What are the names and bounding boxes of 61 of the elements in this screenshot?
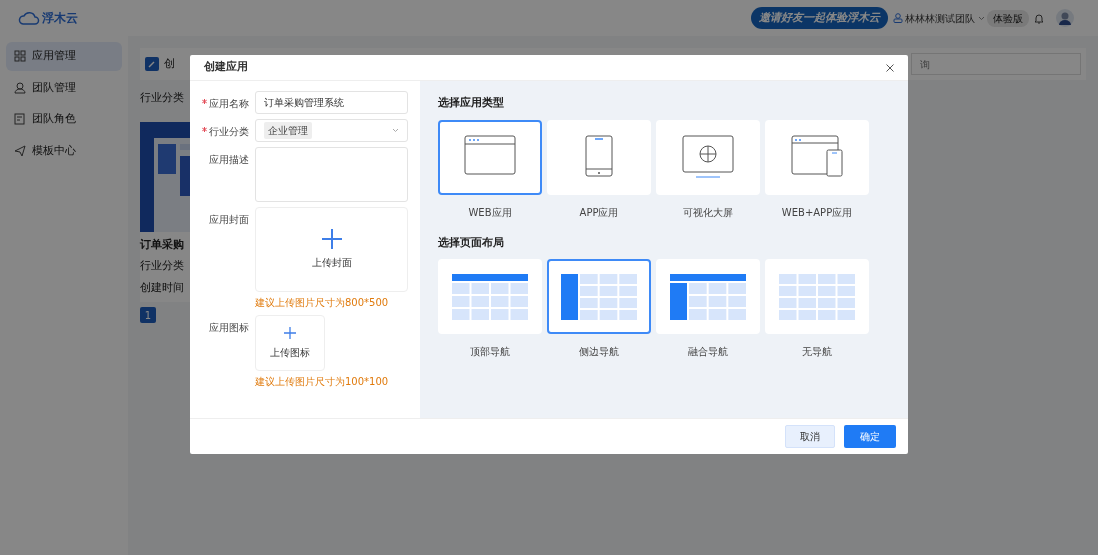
tag-chip: 企业管理 [264, 122, 312, 139]
toolbar-title: 创 [164, 55, 175, 72]
team-badge: 体验版 [987, 9, 1029, 27]
confirm-button[interactable]: 确定 [844, 425, 896, 448]
field-label: 应用图标 [209, 321, 249, 335]
sidebar-item[interactable]: 团队角色 [6, 105, 122, 134]
field-label: 应用名称 [209, 97, 249, 111]
option-label: 可视化大屏 [682, 205, 734, 220]
option-label: 顶部导航 [469, 345, 511, 359]
text-field[interactable]: 订单采购管理系统 [255, 91, 408, 114]
hint-text: 建议上传图片尺寸为800*500 [255, 296, 390, 310]
plus-icon [321, 229, 342, 249]
search-field[interactable]: 询 [911, 53, 1081, 75]
cancel-button[interactable]: 取消 [785, 425, 835, 448]
select-field[interactable]: 企业管理 [255, 119, 408, 142]
option-label: 融合导航 [687, 345, 729, 359]
avatar-icon[interactable] [1056, 9, 1074, 27]
app-meta: 创建时间 [140, 279, 184, 296]
page-button[interactable]: 1 [140, 307, 156, 323]
option-label: 侧边导航 [578, 345, 620, 359]
app-title: 订单采购 [140, 236, 184, 253]
upload-area[interactable]: 上传图标 [255, 315, 325, 371]
field-label: 应用描述 [209, 153, 249, 167]
option-label: APP应用 [578, 205, 620, 220]
upload-label: 上传封面 [311, 256, 352, 270]
chevron-down-icon [392, 128, 399, 133]
monitor-icon [682, 135, 734, 179]
invite-button[interactable]: 邀请好友一起体验浮木云 [750, 6, 888, 30]
team-icon [892, 13, 903, 23]
field-label: 应用封面 [209, 213, 249, 227]
option-label: WEB应用 [467, 205, 513, 220]
textarea-field[interactable] [255, 147, 408, 202]
close-icon[interactable] [886, 63, 894, 72]
option-card[interactable] [547, 259, 651, 334]
hint-text: 建议上传图片尺寸为100*100 [255, 375, 390, 389]
cloud-icon [18, 10, 40, 26]
user-icon [14, 81, 26, 94]
edit-icon [145, 57, 159, 71]
grid-icon [14, 50, 26, 63]
document-icon [14, 113, 26, 126]
team-name[interactable]: 林林林测试团队 [905, 10, 975, 26]
devices-icon [791, 135, 843, 179]
option-card[interactable] [438, 119, 542, 195]
dialog-title: 创建应用 [204, 59, 248, 76]
option-label: 无导航 [801, 345, 833, 359]
section-heading: 选择应用类型 [438, 95, 505, 111]
upload-area[interactable]: 上传封面 [255, 207, 408, 292]
field-label: 行业分类 [209, 125, 249, 139]
section-heading: 选择页面布局 [438, 234, 505, 251]
plus-icon [284, 326, 296, 339]
app-meta: 行业分类 [140, 258, 184, 274]
sidebar-item[interactable]: 团队管理 [6, 73, 122, 102]
sidebar-item[interactable]: 模板中心 [6, 136, 122, 165]
chevron-down-icon[interactable] [977, 15, 985, 21]
bell-icon[interactable] [1034, 12, 1044, 24]
paper-plane-icon [14, 144, 26, 157]
logo-text: 浮木云 [42, 10, 78, 27]
option-label: WEB+APP应用 [780, 205, 854, 220]
filter-label: 行业分类 [140, 90, 184, 106]
sidebar-item[interactable]: 应用管理 [6, 42, 122, 71]
upload-label: 上传图标 [270, 345, 310, 360]
